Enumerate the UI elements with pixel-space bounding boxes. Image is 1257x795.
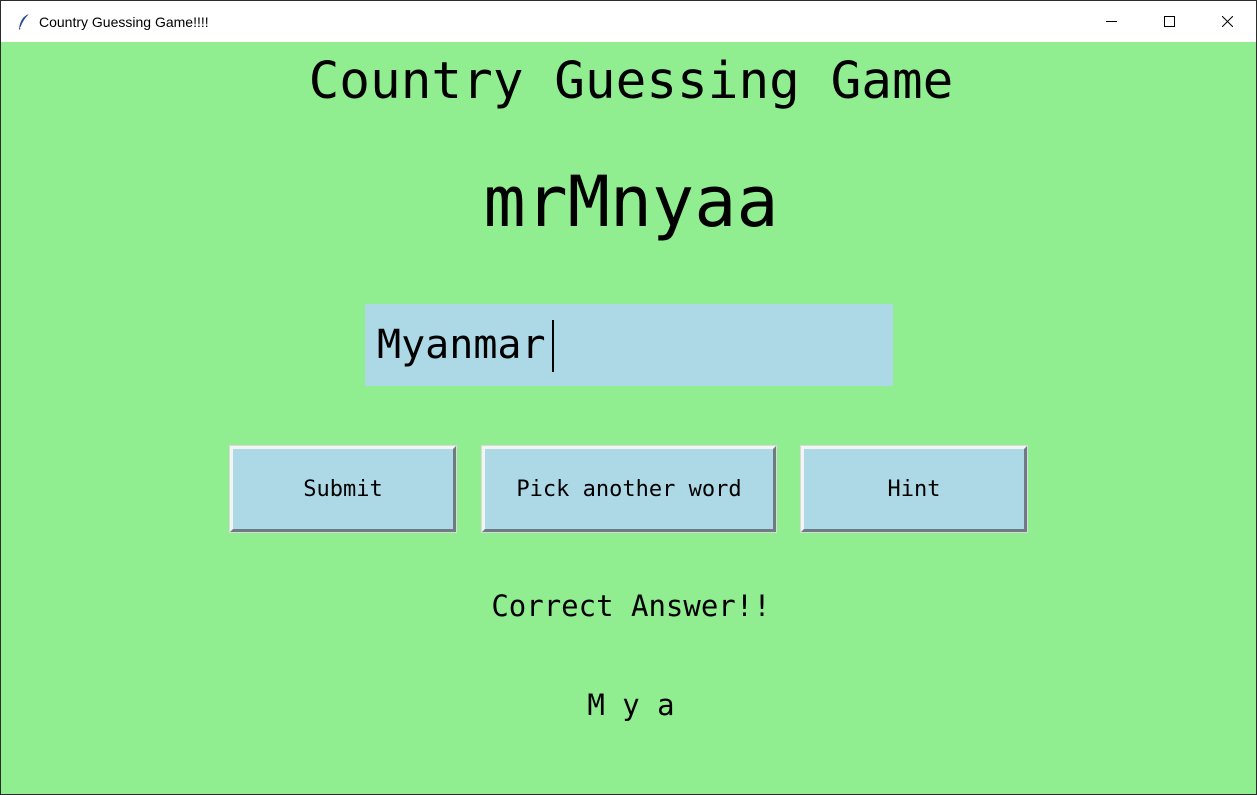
result-message: Correct Answer!! <box>491 589 771 623</box>
close-button[interactable] <box>1198 1 1256 42</box>
maximize-button[interactable] <box>1140 1 1198 42</box>
game-panel: Country Guessing Game mrMnyaa Submit Pic… <box>4 42 1253 792</box>
feather-icon <box>19 13 30 30</box>
app-window: Country Guessing Game!!!! Country Guessi… <box>0 0 1257 795</box>
minimize-icon <box>1105 21 1117 22</box>
minimize-button[interactable] <box>1082 1 1140 42</box>
answer-input[interactable] <box>365 304 893 386</box>
hint-text: M y a <box>587 688 675 722</box>
scrambled-word: mrMnyaa <box>483 161 779 243</box>
maximize-icon <box>1163 16 1175 27</box>
close-icon <box>1221 16 1233 27</box>
window-title: Country Guessing Game!!!! <box>39 13 209 30</box>
hint-button[interactable]: Hint <box>800 445 1028 533</box>
window-controls <box>1082 1 1256 42</box>
pick-another-word-button[interactable]: Pick another word <box>481 445 777 533</box>
text-caret <box>552 320 554 372</box>
submit-button[interactable]: Submit <box>229 445 457 533</box>
game-heading: Country Guessing Game <box>308 52 954 111</box>
title-bar[interactable]: Country Guessing Game!!!! <box>1 1 1256 42</box>
